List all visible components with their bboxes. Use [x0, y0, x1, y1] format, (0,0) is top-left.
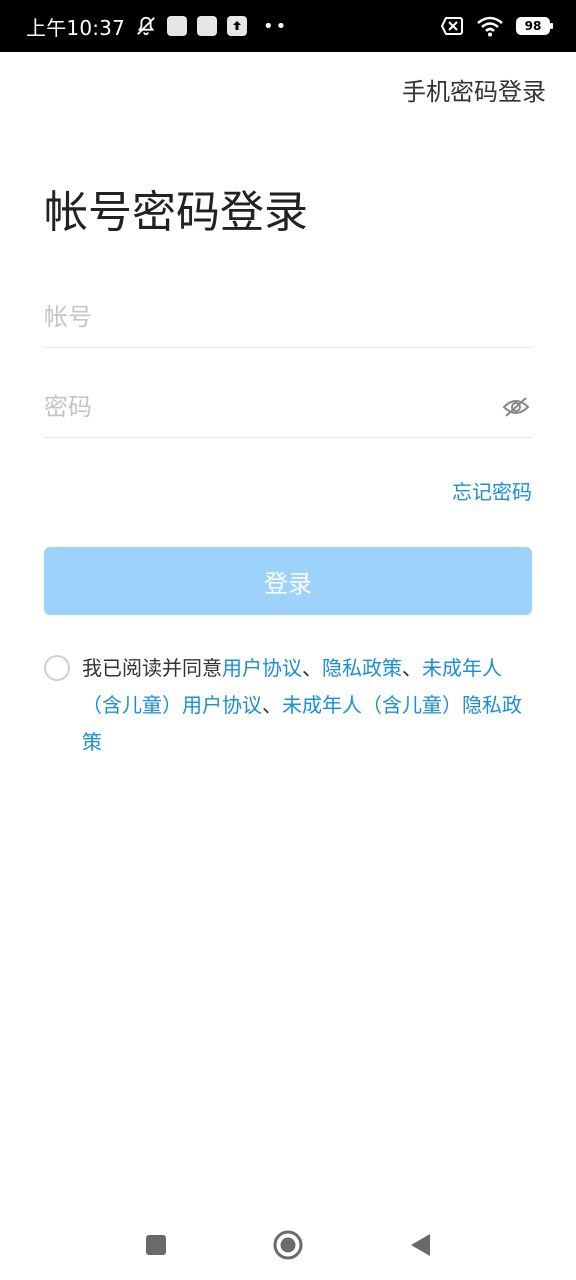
circle-home-icon[interactable]: [268, 1225, 308, 1265]
status-bar: 上午10:37 •• 98: [0, 0, 576, 52]
more-dots-icon: ••: [263, 15, 289, 37]
account-input[interactable]: [44, 302, 532, 331]
account-field[interactable]: [44, 286, 532, 348]
triangle-back-icon[interactable]: [400, 1225, 440, 1265]
password-input[interactable]: [44, 392, 502, 421]
battery-icon: 98: [516, 17, 553, 35]
battery-level: 98: [524, 19, 542, 33]
agreement-checkbox[interactable]: [44, 655, 70, 681]
notification-square-icon: [167, 16, 188, 36]
status-left: 上午10:37 ••: [26, 12, 288, 41]
mute-bell-icon: [135, 15, 157, 37]
status-right: 98: [440, 15, 553, 37]
notification-square-icon: [197, 16, 218, 36]
system-nav-bar: [0, 1210, 576, 1280]
eye-off-icon[interactable]: [502, 392, 530, 422]
agreement-text: 我已阅读并同意用户协议、隐私政策、未成年人（含儿童）用户协议、未成年人（含儿童）…: [82, 650, 534, 761]
login-button[interactable]: 登录: [44, 547, 532, 615]
password-field[interactable]: [44, 376, 532, 438]
forgot-password-link[interactable]: 忘记密码: [452, 476, 532, 505]
sim-x-icon: [440, 16, 464, 36]
agreement-separator: 、: [262, 693, 282, 717]
agreement-separator: 、: [302, 656, 322, 680]
user-agreement-link[interactable]: 用户协议: [222, 656, 302, 680]
wifi-icon: [476, 15, 504, 37]
upload-icon: [227, 16, 248, 36]
agreement-separator: 、: [402, 656, 422, 680]
privacy-policy-link[interactable]: 隐私政策: [322, 656, 402, 680]
agreement-prefix: 我已阅读并同意: [82, 656, 222, 680]
agreement-row: 我已阅读并同意用户协议、隐私政策、未成年人（含儿童）用户协议、未成年人（含儿童）…: [44, 650, 534, 761]
page-title: 帐号密码登录: [44, 187, 308, 238]
square-recents-icon[interactable]: [136, 1225, 176, 1265]
phone-password-login-link[interactable]: 手机密码登录: [402, 72, 546, 107]
status-time: 上午10:37: [26, 15, 126, 40]
